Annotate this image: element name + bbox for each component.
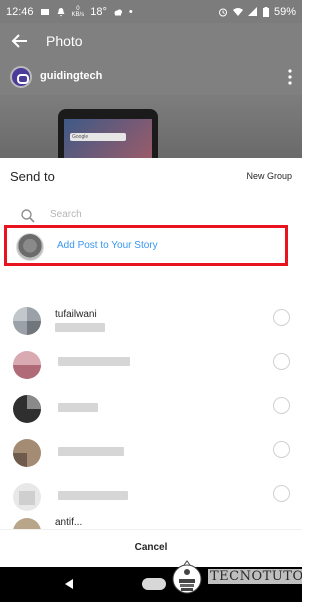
search-icon bbox=[21, 209, 35, 223]
contact-name-blurred bbox=[58, 447, 124, 456]
contact-name: antif... bbox=[55, 517, 83, 528]
watermark: TECNOTUTO bbox=[170, 553, 302, 602]
status-time: 12:46 bbox=[6, 5, 34, 18]
contact-row[interactable] bbox=[0, 477, 302, 521]
cancel-button[interactable]: Cancel bbox=[0, 542, 302, 553]
watermark-logo-icon bbox=[172, 560, 202, 594]
network-speed: 0 KB/s bbox=[72, 6, 85, 18]
select-radio[interactable] bbox=[273, 397, 290, 414]
watermark-text: TECNOTUTO bbox=[208, 569, 302, 584]
search-input[interactable]: Search bbox=[50, 209, 82, 220]
back-arrow-icon[interactable] bbox=[10, 31, 30, 51]
photo-phone-screen: Google bbox=[64, 119, 152, 158]
contact-name-blurred bbox=[58, 357, 130, 366]
new-group-button[interactable]: New Group bbox=[246, 171, 292, 181]
alarm-icon bbox=[218, 8, 227, 16]
post-author-avatar[interactable] bbox=[10, 66, 32, 88]
select-radio[interactable] bbox=[273, 309, 290, 326]
contact-row[interactable] bbox=[0, 433, 302, 477]
photo-google-text: Google bbox=[72, 134, 89, 140]
cloud-icon bbox=[114, 9, 122, 15]
network-speed-unit: KB/s bbox=[71, 11, 85, 18]
contact-row[interactable] bbox=[0, 345, 302, 389]
app-bar: Photo bbox=[0, 23, 302, 59]
select-radio[interactable] bbox=[273, 441, 290, 458]
messages-icon bbox=[40, 8, 49, 15]
photo-phone-device: Google bbox=[58, 109, 158, 158]
signal-icon bbox=[247, 6, 257, 16]
add-post-to-story-button[interactable]: Add Post to Your Story bbox=[57, 240, 158, 251]
select-radio[interactable] bbox=[273, 353, 290, 370]
contact-avatar bbox=[13, 483, 41, 511]
nav-back-icon[interactable] bbox=[62, 577, 76, 591]
contact-avatar bbox=[13, 395, 41, 423]
status-temperature: 18° bbox=[90, 5, 107, 18]
phone-screen: 12:46 0 KB/s 18° • 59% Photo guidingtech… bbox=[0, 0, 302, 602]
contact-row[interactable]: tufailwani bbox=[0, 301, 302, 345]
add-to-story-row[interactable]: Add Post to Your Story bbox=[4, 225, 288, 266]
contact-row[interactable] bbox=[0, 389, 302, 433]
nav-home-button[interactable] bbox=[142, 578, 166, 590]
status-right: 59% bbox=[218, 6, 296, 18]
post-header: guidingtech bbox=[0, 61, 302, 91]
contact-avatar bbox=[13, 439, 41, 467]
contact-name-blurred bbox=[58, 403, 98, 412]
battery-icon bbox=[262, 6, 269, 17]
contact-avatar bbox=[13, 518, 41, 529]
contact-name: tufailwani bbox=[55, 309, 97, 320]
contact-avatar bbox=[13, 351, 41, 379]
contact-row[interactable]: antif... bbox=[0, 516, 302, 529]
photo-screen-background: Photo guidingtech Google bbox=[0, 23, 302, 158]
sheet-title: Send to bbox=[10, 169, 55, 184]
page-title: Photo bbox=[46, 33, 83, 49]
battery-percent: 59% bbox=[273, 5, 296, 18]
send-to-sheet: Send to New Group Search Add Post to You… bbox=[0, 158, 302, 568]
contact-name-blurred bbox=[58, 491, 128, 500]
sheet-header: Send to New Group bbox=[0, 158, 302, 196]
post-photo: Google bbox=[0, 95, 302, 158]
navigation-bar: TECNOTUTO bbox=[0, 560, 302, 602]
wifi-icon bbox=[232, 7, 243, 16]
story-avatar bbox=[16, 233, 44, 261]
contact-subtitle-blurred bbox=[55, 323, 105, 332]
select-radio[interactable] bbox=[273, 485, 290, 502]
post-author-username[interactable]: guidingtech bbox=[40, 70, 102, 82]
status-dot: • bbox=[128, 5, 133, 18]
photo-google-search-bar: Google bbox=[70, 133, 126, 141]
contact-avatar bbox=[13, 307, 41, 335]
status-left: 12:46 0 KB/s 18° • bbox=[6, 6, 133, 18]
status-bar: 12:46 0 KB/s 18° • 59% bbox=[0, 0, 302, 23]
notification-bell-icon bbox=[57, 7, 65, 16]
more-options-icon[interactable] bbox=[288, 69, 292, 85]
